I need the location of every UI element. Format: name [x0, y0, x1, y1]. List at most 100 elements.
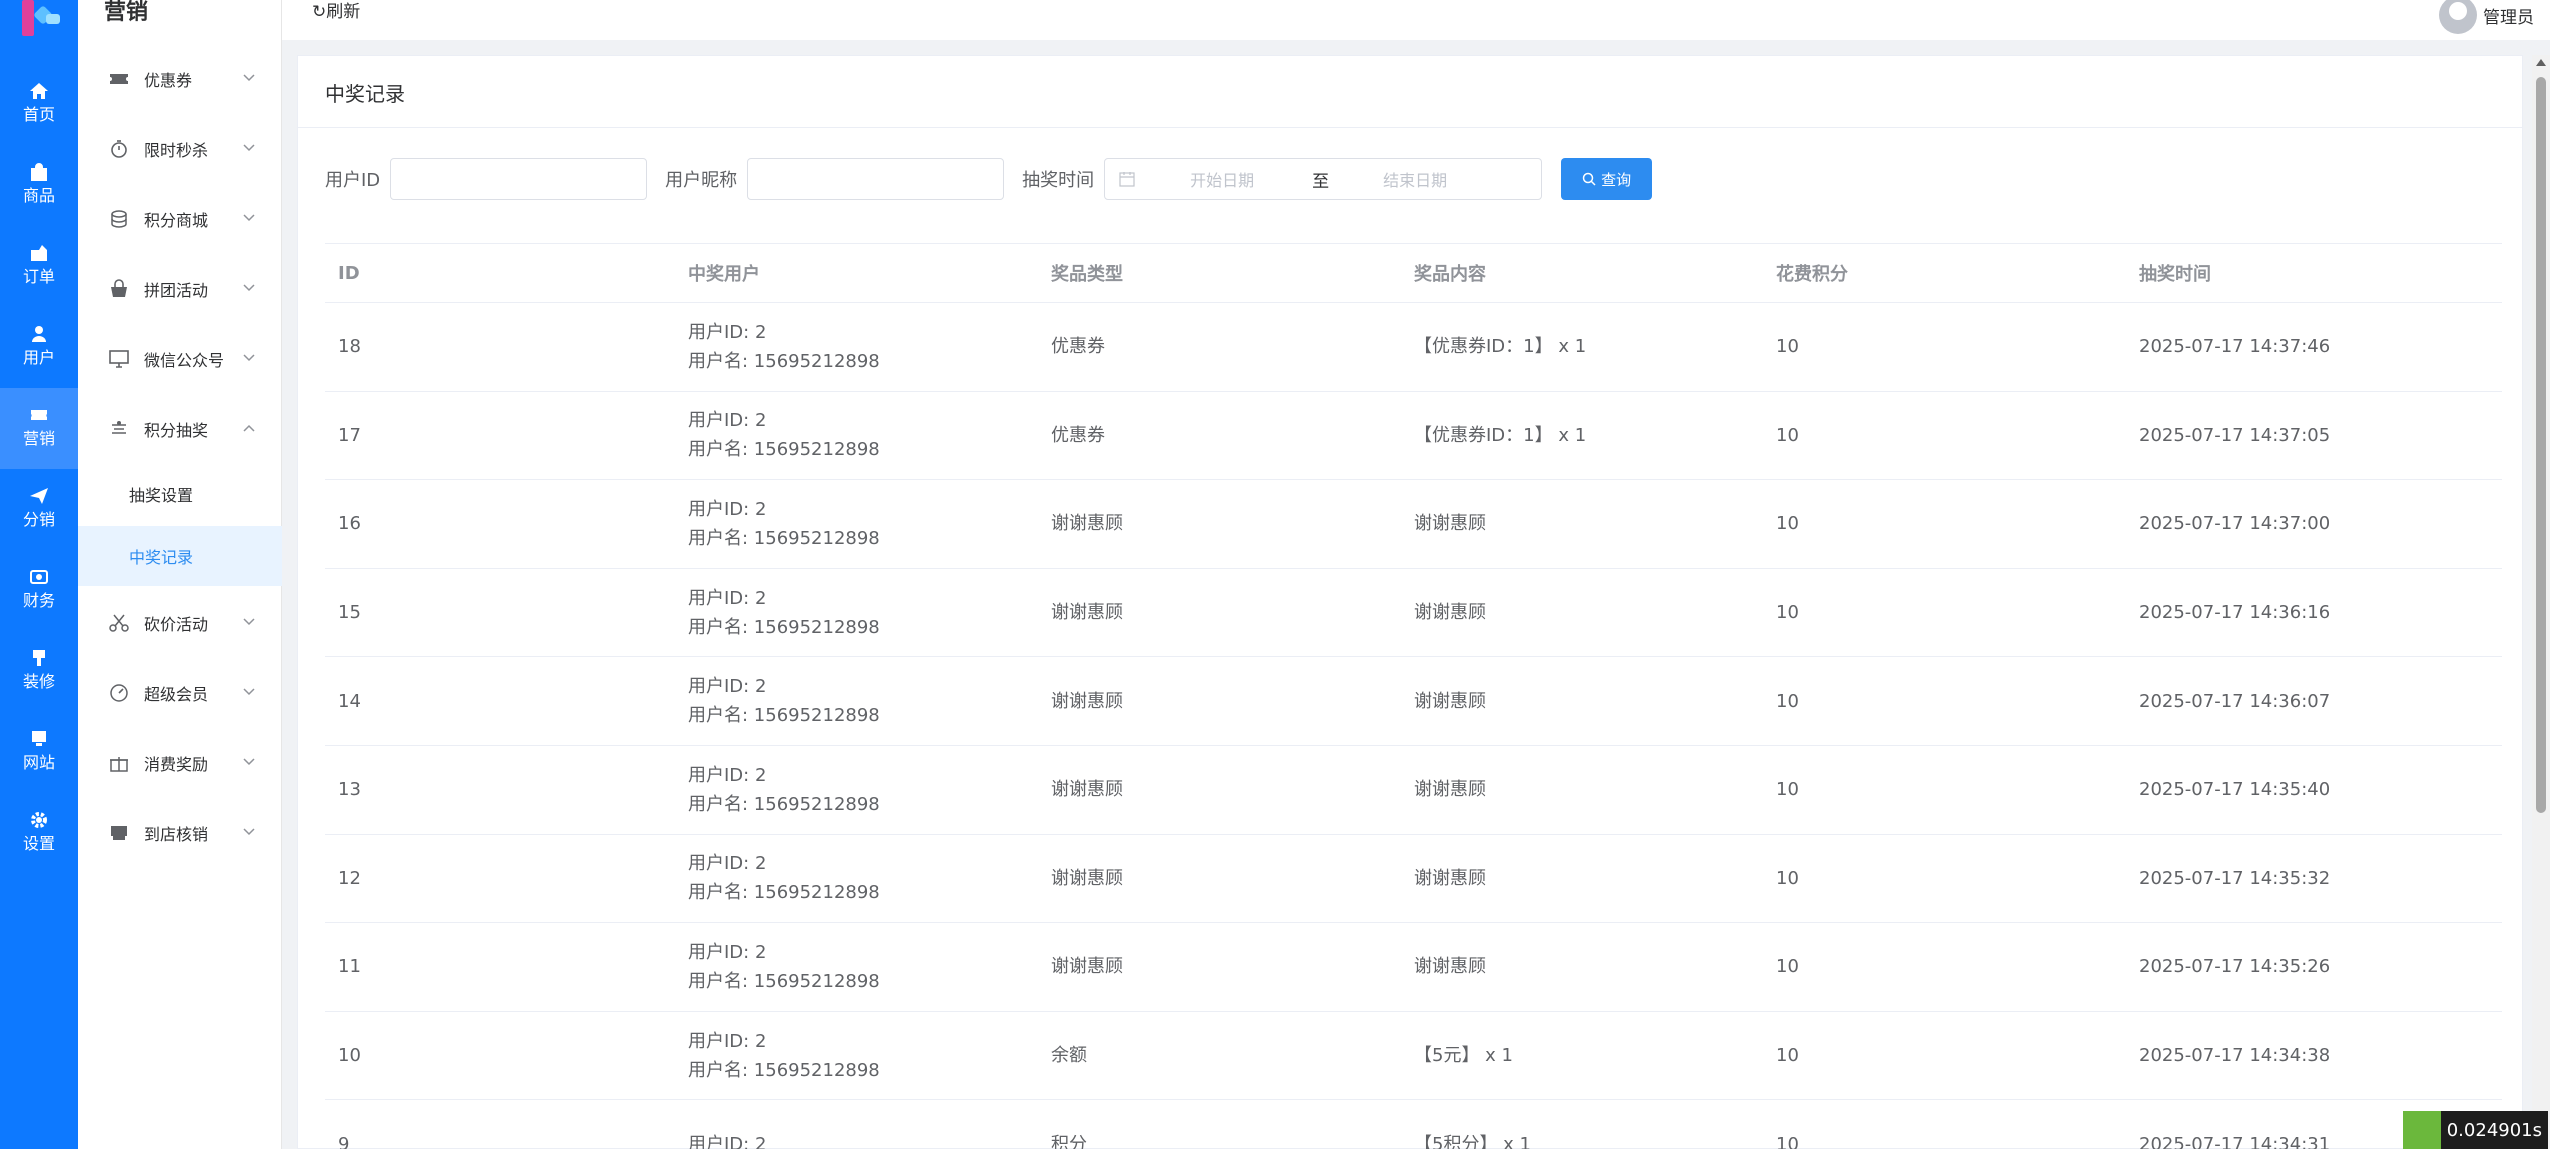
chevron-down-icon	[243, 354, 255, 362]
submenu-child-label: 抽奖设置	[129, 486, 194, 505]
cell-prize-content: 【优惠券ID：1】 x 1	[1414, 391, 1776, 481]
cell-id: 12	[325, 834, 688, 924]
rail-label: 财务	[22, 591, 55, 610]
menu-item-points-mall[interactable]: 积分商城	[78, 189, 282, 249]
rail-label: 分销	[22, 510, 55, 529]
cell-id: 10	[325, 1011, 688, 1101]
cell-prize-type: 谢谢惠顾	[1051, 656, 1414, 746]
cell-user: 用户ID: 2 用户名: 15695212898	[688, 656, 1051, 746]
perf-timer-value: 0.024901s	[2446, 1119, 2542, 1141]
home-icon	[30, 83, 48, 99]
menu-item-spend-reward[interactable]: 消费奖励	[78, 733, 282, 793]
rail-item-home[interactable]: 首页	[0, 64, 78, 145]
query-button[interactable]: 查询	[1561, 158, 1653, 200]
cell-points: 10	[1776, 922, 2139, 1012]
menu-item-coupon[interactable]: 优惠券	[78, 49, 282, 109]
calendar-icon	[1119, 172, 1135, 187]
avatar	[2439, 0, 2477, 34]
table-row: 18 用户ID: 2 用户名: 15695212898 优惠券 【优惠券ID：1】 x …	[325, 302, 2502, 392]
nickname-label: 用户昵称	[665, 170, 738, 191]
end-date-input[interactable]: 结束日期	[1383, 167, 1447, 191]
refresh-button[interactable]: ↻刷新	[312, 0, 360, 22]
cell-prize-content: 谢谢惠顾	[1414, 656, 1776, 746]
user-id-input[interactable]	[390, 158, 648, 200]
scrollbar-thumb[interactable]	[2536, 77, 2546, 813]
user-name-line: 用户名: 15695212898	[688, 439, 880, 461]
start-date-input[interactable]: 开始日期	[1190, 167, 1254, 191]
page-scrollbar[interactable]	[2532, 55, 2550, 1149]
menu-item-label: 消费奖励	[144, 755, 209, 774]
submenu-child-lottery-settings[interactable]: 抽奖设置	[78, 464, 282, 524]
cell-prize-type: 优惠券	[1051, 302, 1414, 392]
admin-menu[interactable]: 管理员	[2439, 0, 2534, 34]
menu-item-points-lottery[interactable]: 积分抽奖	[78, 399, 282, 459]
rail-item-distribution[interactable]: 分销	[0, 469, 78, 550]
menu-item-flash-sale[interactable]: 限时秒杀	[78, 119, 282, 179]
admin-name: 管理员	[2483, 7, 2534, 28]
cell-prize-content: 【优惠券ID：1】 x 1	[1414, 302, 1776, 392]
user-name-line: 用户名: 15695212898	[688, 705, 880, 727]
cell-time: 2025-07-17 14:35:26	[2139, 922, 2502, 1012]
menu-item-label: 微信公众号	[144, 351, 225, 370]
chevron-down-icon	[243, 74, 255, 82]
rail-item-settings[interactable]: 设置	[0, 793, 78, 874]
user-id-line: 用户ID: 2	[688, 587, 767, 609]
cell-time: 2025-07-17 14:36:07	[2139, 656, 2502, 746]
refresh-label: 刷新	[326, 2, 361, 22]
date-range-picker[interactable]: 开始日期 至 结束日期	[1104, 158, 1543, 200]
cell-user: 用户ID: 2 用户名: 15695212898	[688, 302, 1051, 392]
submenu-child-winning-records[interactable]: 中奖记录	[78, 526, 282, 586]
coins-icon	[111, 210, 127, 228]
brush-icon	[33, 650, 45, 666]
cell-prize-type: 积分	[1051, 1099, 1414, 1149]
ticket-icon	[31, 410, 47, 420]
rail-item-decoration[interactable]: 装修	[0, 631, 78, 712]
table-row: 11 用户ID: 2 用户名: 15695212898 谢谢惠顾 谢谢惠顾 10 2025-…	[325, 922, 2502, 1012]
menu-item-bargain[interactable]: 砍价活动	[78, 593, 282, 653]
chevron-down-icon	[243, 618, 255, 626]
user-id-line: 用户ID: 2	[688, 410, 767, 432]
table-header-row: ID 中奖用户 奖品类型 奖品内容 花费积分 抽奖时间	[325, 243, 2502, 303]
menu-item-store-verify[interactable]: 到店核销	[78, 803, 282, 863]
rail-item-orders[interactable]: 订单	[0, 226, 78, 307]
cell-time: 2025-07-17 14:37:46	[2139, 302, 2502, 392]
cell-points: 10	[1776, 568, 2139, 658]
cell-time: 2025-07-17 14:37:05	[2139, 391, 2502, 481]
primary-sidebar: 首页 商品 订单 用户 营销 分销 财务 装修 网站 设置	[0, 0, 78, 1149]
search-icon	[1582, 172, 1596, 186]
menu-item-super-member[interactable]: 超级会员	[78, 663, 282, 723]
cell-id: 11	[325, 922, 688, 1012]
menu-item-wechat[interactable]: 微信公众号	[78, 329, 282, 389]
gear-icon	[31, 812, 47, 828]
table-row: 14 用户ID: 2 用户名: 15695212898 谢谢惠顾 谢谢惠顾 10 2025-…	[325, 656, 2502, 746]
cell-user: 用户ID: 2 用户名: 15695212898	[688, 834, 1051, 924]
rail-label: 装修	[22, 672, 55, 691]
user-name-line: 用户名: 15695212898	[688, 1059, 880, 1081]
rail-item-users[interactable]: 用户	[0, 307, 78, 388]
scroll-up-arrow-icon[interactable]	[2536, 59, 2546, 66]
monitor-icon	[109, 350, 129, 368]
rail-label: 用户	[22, 348, 55, 367]
cell-points: 10	[1776, 391, 2139, 481]
cell-id: 17	[325, 391, 688, 481]
table-row: 16 用户ID: 2 用户名: 15695212898 谢谢惠顾 谢谢惠顾 10 2025-…	[325, 479, 2502, 569]
user-id-line: 用户ID: 2	[688, 941, 767, 963]
refresh-icon: ↻	[312, 2, 327, 22]
rail-item-marketing[interactable]: 营销	[0, 388, 78, 469]
menu-item-group-buy[interactable]: 拼团活动	[78, 259, 282, 319]
cell-prize-content: 谢谢惠顾	[1414, 479, 1776, 569]
user-name-line: 用户名: 15695212898	[688, 350, 880, 372]
rail-item-goods[interactable]: 商品	[0, 145, 78, 226]
cell-prize-type: 谢谢惠顾	[1051, 745, 1414, 835]
cell-id: 9	[325, 1099, 688, 1149]
rail-item-finance[interactable]: 财务	[0, 550, 78, 631]
query-label: 查询	[1601, 171, 1632, 189]
nickname-input[interactable]	[747, 158, 1005, 200]
cell-prize-content: 谢谢惠顾	[1414, 568, 1776, 658]
cell-user: 用户ID: 2 用户名: 15695212898	[688, 922, 1051, 1012]
cell-prize-type: 谢谢惠顾	[1051, 834, 1414, 924]
perf-timer-badge: 0.024901s	[2402, 1111, 2548, 1149]
rail-item-website[interactable]: 网站	[0, 712, 78, 793]
page-title: 中奖记录	[298, 56, 2522, 128]
cell-id: 16	[325, 479, 688, 569]
